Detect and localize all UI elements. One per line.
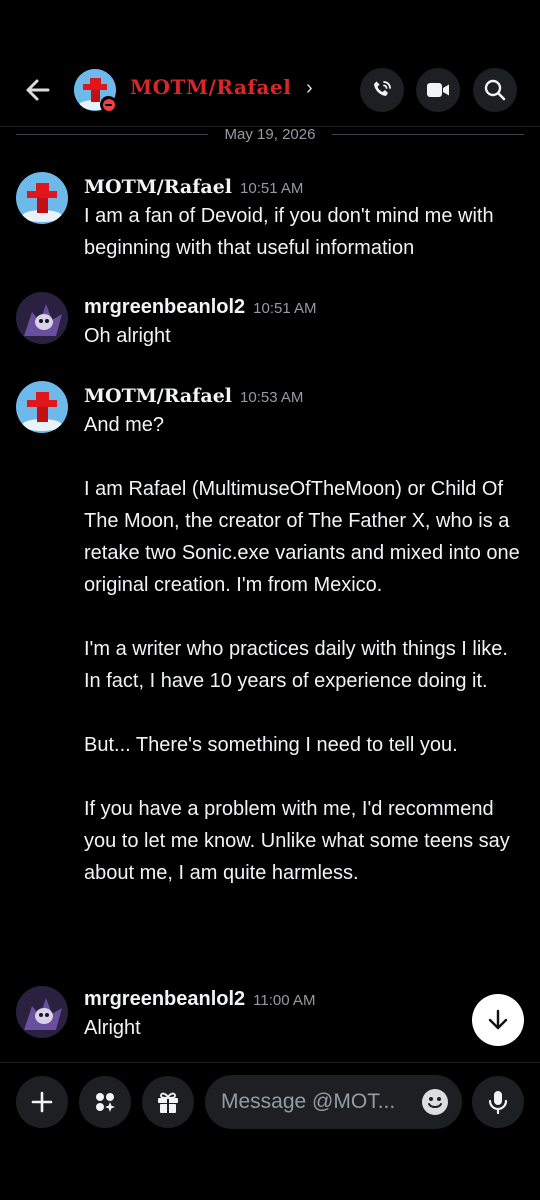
arrow-down-icon xyxy=(488,1009,508,1030)
avatar[interactable] xyxy=(16,381,68,433)
username[interactable]: MOTM/Rafael xyxy=(84,176,232,198)
message-text: Oh alright xyxy=(84,325,171,347)
divider-date: May 19, 2026 xyxy=(224,126,316,143)
avatar[interactable] xyxy=(16,986,68,1038)
gift-icon xyxy=(158,1092,178,1113)
search-icon xyxy=(484,79,506,101)
message-paragraph: But... There's something I need to tell … xyxy=(84,734,458,756)
message-text: I am a fan of Devoid, if you don't mind … xyxy=(84,205,494,259)
timestamp: 10:53 AM xyxy=(240,389,304,406)
message-paragraph: I'm a writer who practices daily with th… xyxy=(84,638,508,692)
video-camera-icon xyxy=(427,83,449,97)
divider-line-right xyxy=(332,134,524,135)
apps-icon xyxy=(96,1093,115,1112)
message-composer: Message @MOT... xyxy=(0,1062,540,1142)
message-header: mrgreenbeanlol2 10:51 AM xyxy=(84,296,317,319)
voice-message-button[interactable] xyxy=(472,1076,524,1128)
attach-button[interactable] xyxy=(16,1076,68,1128)
message-input[interactable]: Message @MOT... xyxy=(205,1075,462,1129)
avatar[interactable] xyxy=(16,292,68,344)
phone-call-icon xyxy=(374,81,391,96)
message-header: MOTM/Rafael 10:51 AM xyxy=(84,176,303,198)
timestamp: 11:00 AM xyxy=(253,992,316,1009)
username[interactable]: MOTM/Rafael xyxy=(84,385,232,407)
video-call-button[interactable] xyxy=(416,68,460,112)
search-button[interactable] xyxy=(473,68,517,112)
dm-title[interactable]: MOTM/Rafael xyxy=(130,75,291,99)
voice-call-button[interactable] xyxy=(360,68,404,112)
apps-button[interactable] xyxy=(79,1076,131,1128)
chevron-right-icon[interactable]: › xyxy=(306,77,313,100)
message-paragraph: And me? xyxy=(84,414,165,436)
status-dnd-icon xyxy=(100,96,117,113)
message-header: MOTM/Rafael 10:53 AM xyxy=(84,385,303,407)
date-divider: May 19, 2026 xyxy=(0,126,540,144)
message-paragraph: If you have a problem with me, I'd recom… xyxy=(84,798,510,884)
microphone-icon xyxy=(488,1091,508,1115)
username[interactable]: mrgreenbeanlol2 xyxy=(84,988,245,1010)
back-arrow-icon xyxy=(26,79,50,101)
gift-button[interactable] xyxy=(142,1076,194,1128)
plus-icon xyxy=(31,1091,53,1113)
chat-header: MOTM/Rafael › xyxy=(0,60,540,122)
message-text: And me? I am Rafael (MultimuseOfTheMoon)… xyxy=(84,409,529,889)
avatar[interactable] xyxy=(16,172,68,224)
back-button[interactable] xyxy=(18,70,58,110)
timestamp: 10:51 AM xyxy=(240,180,304,197)
timestamp: 10:51 AM xyxy=(253,300,317,317)
emoji-icon[interactable] xyxy=(421,1088,449,1116)
message-input-placeholder: Message @MOT... xyxy=(221,1090,396,1113)
jump-to-present-button[interactable] xyxy=(472,994,524,1046)
message-text: Alright xyxy=(84,1017,141,1039)
message-paragraph: I am Rafael (MultimuseOfTheMoon) or Chil… xyxy=(84,478,520,596)
message-header: mrgreenbeanlol2 11:00 AM xyxy=(84,988,315,1011)
username[interactable]: mrgreenbeanlol2 xyxy=(84,296,245,318)
divider-line-left xyxy=(16,134,208,135)
